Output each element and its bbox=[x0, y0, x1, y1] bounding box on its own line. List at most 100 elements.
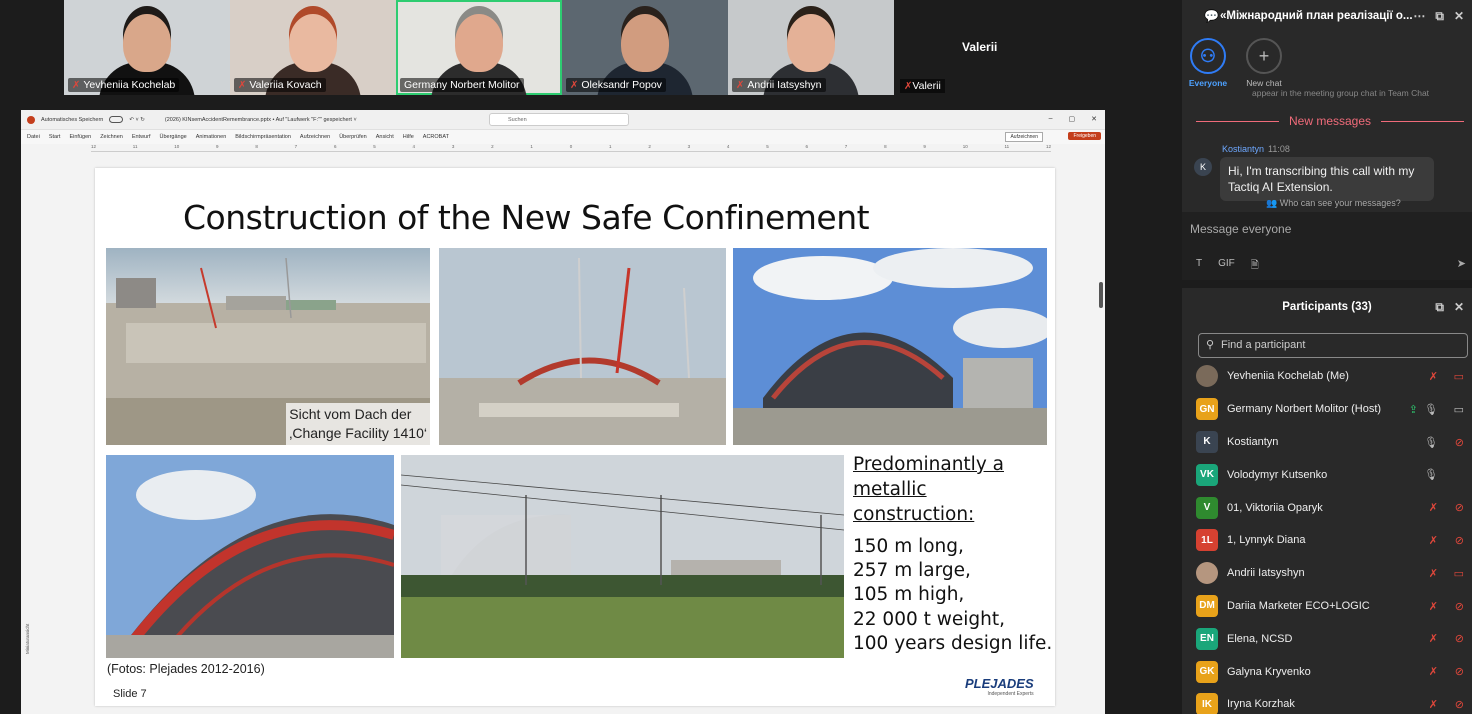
ribbon-tab[interactable]: Start bbox=[49, 134, 61, 140]
ribbon-tab[interactable]: Ansicht bbox=[376, 134, 394, 140]
ruler-tick: 3 bbox=[687, 144, 691, 149]
video-tile[interactable]: ✗ Andrii Iatsyshyn bbox=[728, 0, 894, 95]
ribbon-tab[interactable]: Einfügen bbox=[69, 134, 91, 140]
mic-off-icon[interactable]: ✗ bbox=[1429, 600, 1438, 613]
privacy-link[interactable]: 👥 Who can see your messages? bbox=[1266, 198, 1401, 209]
file-icon[interactable]: 🗎 bbox=[1251, 258, 1259, 275]
mic-icon[interactable]: 🎙 bbox=[1424, 436, 1438, 449]
ppt-search-input[interactable]: Suchen bbox=[489, 113, 629, 126]
ruler-tick: 10 bbox=[174, 144, 180, 149]
share-button[interactable]: Freigeben bbox=[1068, 132, 1101, 140]
video-tile[interactable]: ✗ Oleksandr Popov bbox=[562, 0, 728, 95]
close-icon[interactable]: ✕ bbox=[1091, 115, 1097, 123]
autosave-toggle[interactable] bbox=[109, 116, 124, 123]
find-participant-input[interactable]: ⚲ Find a participant bbox=[1198, 333, 1468, 358]
popout-icon[interactable]: ⧉ bbox=[1435, 9, 1444, 24]
message-composer[interactable]: Message everyone T GIF 🗎 ➤ bbox=[1182, 212, 1472, 280]
mic-off-icon[interactable]: ✗ bbox=[1429, 567, 1438, 580]
chat-message-bubble[interactable]: Hi, I'm transcribing this call with my T… bbox=[1220, 157, 1434, 201]
close-participants-icon[interactable]: ✕ bbox=[1454, 300, 1464, 315]
ribbon-tab[interactable]: Hilfe bbox=[403, 134, 414, 140]
avatar: EN bbox=[1196, 627, 1218, 650]
chat-title[interactable]: «Міжнародний план реалізації о... bbox=[1220, 10, 1413, 22]
ribbon-tab[interactable]: Aufzeichnen bbox=[300, 134, 330, 140]
mic-off-icon[interactable]: ✗ bbox=[1429, 370, 1438, 383]
ribbon-tab[interactable]: Übergänge bbox=[159, 134, 186, 140]
participants-title: Participants (33) bbox=[1282, 301, 1372, 313]
slide-title: Construction of the New Safe Confinement bbox=[183, 198, 870, 237]
minimize-icon[interactable]: – bbox=[1049, 115, 1053, 123]
mic-off-icon: ✗ bbox=[238, 79, 247, 91]
mic-icon[interactable]: 🎙 bbox=[1424, 468, 1438, 481]
ribbon-tab[interactable]: Zeichnen bbox=[100, 134, 123, 140]
record-button[interactable]: Aufzeichnen bbox=[1005, 132, 1043, 142]
slide-canvas: Construction of the New Safe Confinement bbox=[95, 168, 1055, 706]
vertical-scrollbar[interactable] bbox=[1099, 282, 1103, 308]
participant-row[interactable]: EN Elena, NCSD ✗ ⊘ bbox=[1182, 622, 1472, 655]
ribbon-tab[interactable]: Animationen bbox=[196, 134, 227, 140]
participant-row[interactable]: K Kostiantyn 🎙 ⊘ bbox=[1182, 426, 1472, 459]
participant-row[interactable]: IK Iryna Korzhak ✗ ⊘ bbox=[1182, 688, 1472, 714]
participant-face bbox=[787, 14, 835, 72]
arch-cranes-photo bbox=[439, 248, 726, 445]
close-chat-icon[interactable]: ✕ bbox=[1454, 9, 1464, 24]
compose-input[interactable]: Message everyone bbox=[1190, 222, 1291, 236]
mic-off-icon[interactable]: ✗ bbox=[1429, 501, 1438, 514]
participant-name: Andrii Iatsyshyn bbox=[747, 79, 822, 91]
participant-row[interactable]: Yevheniia Kochelab (Me) ✗ ▭ bbox=[1182, 360, 1472, 393]
send-icon[interactable]: ➤ bbox=[1457, 257, 1466, 270]
participants-list: Yevheniia Kochelab (Me) ✗ ▭ GN Germany Norbe… bbox=[1182, 360, 1472, 714]
chat-tab-new-chat[interactable]: + New chat bbox=[1244, 38, 1284, 88]
video-tile-valerii[interactable]: Valerii ✗Valerii bbox=[896, 0, 1046, 96]
video-tile[interactable]: ✗ Yevheniia Kochelab bbox=[64, 0, 230, 95]
avatar: DM bbox=[1196, 594, 1218, 617]
maximize-icon[interactable]: ▢ bbox=[1069, 115, 1076, 123]
ribbon-tab[interactable]: Entwurf bbox=[132, 134, 151, 140]
video-off-icon[interactable]: ▭ bbox=[1454, 567, 1464, 580]
more-options-icon[interactable]: ⋯ bbox=[1413, 9, 1425, 24]
video-off-icon[interactable]: ⊘ bbox=[1455, 698, 1464, 711]
shared-screen-powerpoint: Automatisches Speichern ↶ ˅ ↻ (2026) KIN… bbox=[21, 110, 1105, 714]
compose-tools: T GIF 🗎 bbox=[1196, 258, 1259, 275]
video-off-icon[interactable]: ⊘ bbox=[1455, 501, 1464, 514]
fact-item: 150 m long, bbox=[853, 536, 964, 557]
participant-row[interactable]: DM Dariia Marketer ECO+LOGIC ✗ ⊘ bbox=[1182, 590, 1472, 623]
popout-icon[interactable]: ⧉ bbox=[1435, 300, 1444, 315]
video-off-icon[interactable]: ⊘ bbox=[1455, 436, 1464, 449]
mic-off-icon[interactable]: ✗ bbox=[1429, 698, 1438, 711]
author-name[interactable]: Kostiantyn bbox=[1222, 144, 1264, 154]
ribbon-tab[interactable]: Datei bbox=[27, 134, 40, 140]
participant-row[interactable]: 1L 1, Lynnyk Diana ✗ ⊘ bbox=[1182, 524, 1472, 557]
people-icon: 👥 bbox=[1266, 198, 1280, 208]
video-icon[interactable]: ▭ bbox=[1454, 403, 1464, 416]
mic-off-icon[interactable]: ✗ bbox=[1429, 534, 1438, 547]
participant-row[interactable]: Andrii Iatsyshyn ✗ ▭ bbox=[1182, 557, 1472, 590]
mic-off-icon[interactable]: ✗ bbox=[1429, 632, 1438, 645]
video-off-icon[interactable]: ⊘ bbox=[1455, 534, 1464, 547]
ribbon-tab[interactable]: Bildschirmpräsentation bbox=[235, 134, 291, 140]
chat-tab-everyone[interactable]: ⚇ Everyone bbox=[1188, 38, 1228, 88]
video-tile[interactable]: ✗ Valeriia Kovach bbox=[230, 0, 396, 95]
participant-row[interactable]: V 01, Viktoriia Oparyk ✗ ⊘ bbox=[1182, 491, 1472, 524]
thumbnail-pane-label[interactable]: Miniaturansicht bbox=[25, 154, 35, 654]
ribbon-tab[interactable]: Überprüfen bbox=[339, 134, 367, 140]
gif-button[interactable]: GIF bbox=[1218, 258, 1235, 275]
ruler-tick: 7 bbox=[294, 144, 298, 149]
video-off-icon[interactable]: ⊘ bbox=[1455, 600, 1464, 613]
participant-row[interactable]: GK Galyna Kryvenko ✗ ⊘ bbox=[1182, 655, 1472, 688]
mic-icon[interactable]: 🎙 bbox=[1424, 403, 1438, 416]
facts-list: 150 m long, 257 m large, 105 m high, 22 000… bbox=[853, 535, 1053, 656]
undo-icon[interactable]: ↶ ˅ ↻ bbox=[129, 117, 145, 123]
video-tile[interactable]: Germany Norbert Molitor bbox=[396, 0, 562, 95]
mic-off-icon[interactable]: ✗ bbox=[1429, 665, 1438, 678]
participant-name-label: ✗ Andrii Iatsyshyn bbox=[732, 78, 826, 92]
participant-row[interactable]: GN Germany Norbert Molitor (Host) ⇪ 🎙 ▭ bbox=[1182, 393, 1472, 426]
video-off-icon[interactable]: ⊘ bbox=[1455, 665, 1464, 678]
format-text-icon[interactable]: T bbox=[1196, 258, 1202, 275]
participant-row[interactable]: VK Volodymyr Kutsenko 🎙 bbox=[1182, 458, 1472, 491]
author-avatar[interactable]: K bbox=[1194, 158, 1212, 176]
ribbon-tab[interactable]: ACROBAT bbox=[423, 134, 449, 140]
video-off-icon[interactable]: ⊘ bbox=[1455, 632, 1464, 645]
video-off-icon[interactable]: ▭ bbox=[1454, 370, 1464, 383]
participant-name: Iryna Korzhak bbox=[1227, 698, 1295, 711]
